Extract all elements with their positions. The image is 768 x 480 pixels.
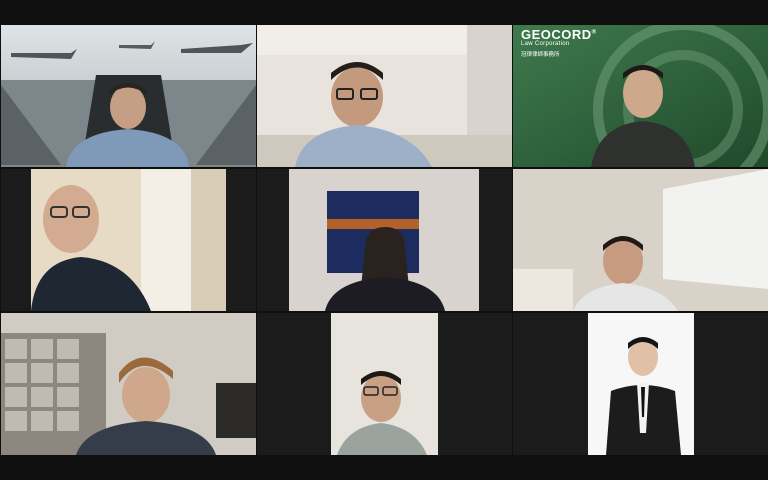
video-tile-8[interactable] [257,313,512,455]
video-tile-3[interactable]: GEOCORD® Law Corporation 冠律律師事務所 [513,25,768,167]
participant-2-video [257,25,512,167]
geocord-logo: GEOCORD® [521,27,597,42]
video-tile-6[interactable] [513,169,768,311]
geocord-logo-cjk: 冠律律師事務所 [521,52,560,58]
participant-4-video [1,169,256,311]
participant-7-video [1,313,256,455]
video-tile-7[interactable] [1,313,256,455]
video-tile-4[interactable] [1,169,256,311]
participant-8-video [257,313,512,455]
participant-6-video [513,169,768,311]
video-gallery-grid: GEOCORD® Law Corporation 冠律律師事務所 [0,0,768,480]
video-tile-9[interactable] [513,313,768,455]
participant-9-video [513,313,768,455]
geocord-logo-subtitle: Law Corporation [521,41,570,47]
video-tile-1[interactable] [1,25,256,167]
video-tile-2[interactable] [257,25,512,167]
participant-1-video [1,25,256,167]
participant-5-video [257,169,512,311]
video-tile-5[interactable] [257,169,512,311]
